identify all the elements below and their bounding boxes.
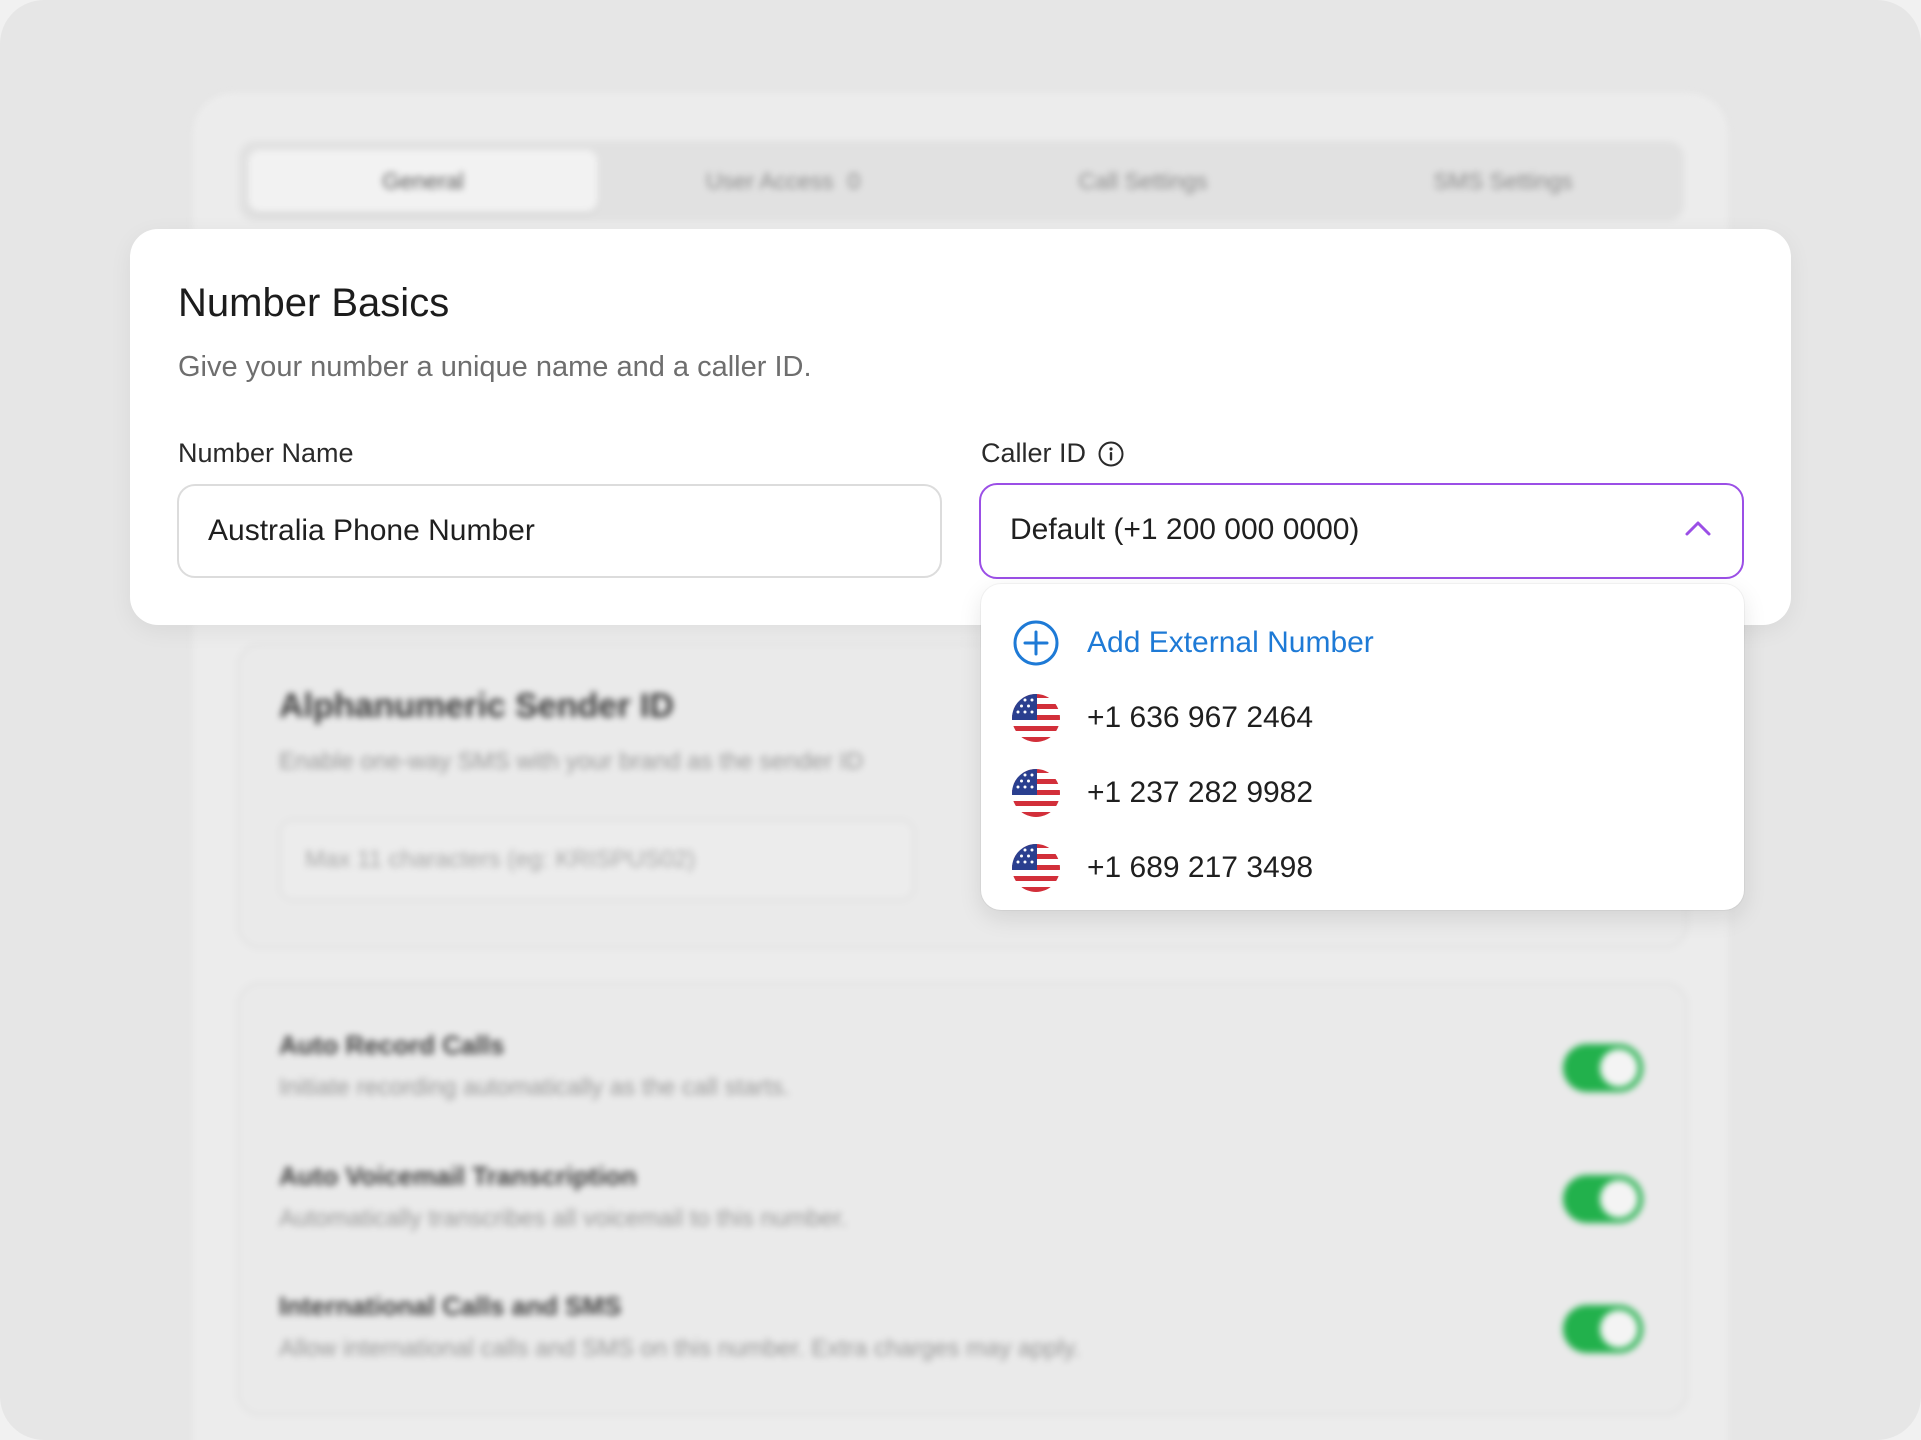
number-basics-card: Number Basics Give your number a unique …	[130, 229, 1791, 625]
tab-count-badge: 0	[847, 168, 861, 194]
caller-id-selected-value: Default (+1 200 000 0000)	[1010, 513, 1360, 546]
sender-id-subtitle: Enable one-way SMS with your brand as th…	[279, 748, 864, 775]
toggle-knob	[1600, 1310, 1638, 1348]
info-icon[interactable]	[1098, 441, 1124, 467]
label-text: Number Name	[178, 438, 354, 468]
tab-label: SMS Settings	[1433, 168, 1573, 194]
sender-id-title: Alphanumeric Sender ID	[279, 687, 674, 725]
add-external-label: Add External Number	[1087, 626, 1374, 659]
caller-id-option[interactable]: +1 237 282 9982	[1011, 767, 1313, 819]
card-subtitle: Give your number a unique name and a cal…	[178, 351, 812, 383]
option-label: +1 689 217 3498	[1087, 851, 1314, 884]
tab-user-access[interactable]: User Access 0	[608, 150, 958, 212]
tab-bar: General User Access 0 Call Settings SMS S…	[239, 141, 1684, 221]
add-external-number-button[interactable]: Add External Number	[1011, 617, 1374, 669]
tab-sms-settings[interactable]: SMS Settings	[1328, 150, 1678, 212]
plus-circle-icon	[1013, 620, 1059, 666]
toggle-knob	[1600, 1180, 1638, 1218]
option-label: +1 636 967 2464	[1087, 701, 1314, 734]
chevron-up-icon	[1685, 521, 1711, 536]
caller-id-label: Caller ID	[981, 438, 1124, 469]
caller-id-dropdown: Add External Number +1 636 967 2464 +1 2…	[981, 584, 1744, 910]
sender-id-input[interactable]: Max 11 characters (eg: KRISPUS02)	[279, 819, 915, 901]
app-frame: General User Access 0 Call Settings SMS S…	[0, 0, 1921, 1440]
tab-label: Call Settings	[1078, 168, 1208, 194]
tab-call-settings[interactable]: Call Settings	[968, 150, 1318, 212]
tab-label: User Access	[705, 168, 834, 194]
setting-subtitle: Allow international calls and SMS on thi…	[279, 1335, 1081, 1362]
international-calls-toggle[interactable]	[1563, 1305, 1643, 1353]
tab-label: General	[382, 168, 464, 194]
auto-record-toggle[interactable]	[1563, 1044, 1643, 1092]
card-title: Number Basics	[178, 281, 450, 325]
toggle-knob	[1600, 1049, 1638, 1087]
setting-subtitle: Initiate recording automatically as the …	[279, 1074, 790, 1101]
setting-title: Auto Voicemail Transcription	[279, 1161, 637, 1191]
label-text: Caller ID	[981, 438, 1087, 468]
setting-title: Auto Record Calls	[279, 1030, 505, 1060]
call-settings-card: Auto Record Calls Initiate recording aut…	[237, 982, 1688, 1416]
caller-id-option[interactable]: +1 636 967 2464	[1011, 692, 1313, 744]
us-flag-icon	[1012, 769, 1060, 817]
setting-subtitle: Automatically transcribes all voicemail …	[279, 1205, 848, 1232]
tab-general[interactable]: General	[248, 150, 598, 212]
auto-voicemail-toggle[interactable]	[1563, 1175, 1643, 1223]
caller-id-select[interactable]: Default (+1 200 000 0000)	[979, 483, 1744, 579]
us-flag-icon	[1012, 844, 1060, 892]
option-label: +1 237 282 9982	[1087, 776, 1314, 809]
caller-id-option[interactable]: +1 689 217 3498	[1011, 842, 1313, 894]
number-name-label: Number Name	[178, 438, 354, 469]
us-flag-icon	[1012, 694, 1060, 742]
number-name-input[interactable]	[177, 484, 942, 578]
setting-title: International Calls and SMS	[279, 1291, 622, 1321]
